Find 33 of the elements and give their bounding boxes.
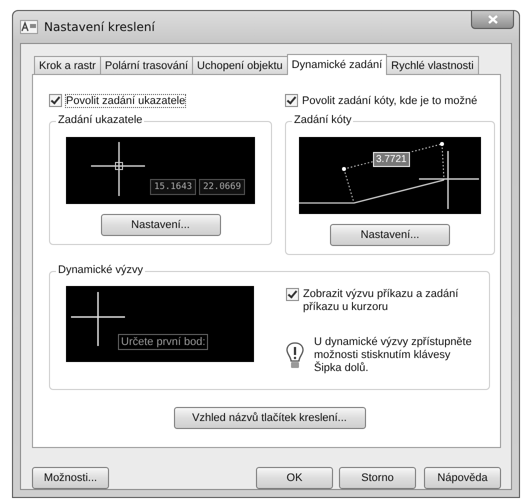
- coordinate-tooltip: 15.1643: [150, 179, 196, 195]
- crosshair-icon: [91, 142, 147, 198]
- checkbox-label: Povolit zadání kóty, kde je to možné: [302, 94, 478, 106]
- checkbox[interactable]: [49, 94, 62, 107]
- tab[interactable]: Krok a rastr: [34, 56, 101, 74]
- lightbulb-icon: [286, 342, 304, 370]
- tab[interactable]: Rychlé vlastnosti: [386, 56, 479, 74]
- checkbox-label: Zobrazit výzvu příkazu a zadání příkazu u kurzoru: [303, 288, 460, 314]
- settings-button[interactable]: Nastavení...: [330, 224, 450, 246]
- tab[interactable]: Polární trasování: [100, 56, 194, 74]
- crosshair-icon: [418, 150, 480, 210]
- checkbox[interactable]: [285, 94, 298, 107]
- dimension-value-field: 3.7721: [373, 152, 410, 167]
- group-title: Zadání kóty: [292, 114, 354, 126]
- appearance-button[interactable]: Vzhled názvů tlačítek kreslení...: [174, 407, 366, 429]
- tip-text: U dynamické výzvy zpřístupněte možnosti stisknutím klávesy Šipka dolů.: [314, 336, 473, 375]
- settings-button[interactable]: Nastavení...: [100, 214, 220, 236]
- checkbox-label: Povolit zadání ukazatele: [66, 94, 186, 106]
- dialog-button[interactable]: Nápověda: [424, 467, 501, 489]
- dialog-button[interactable]: Storno: [339, 467, 416, 489]
- tab[interactable]: Dynamické zadání: [286, 54, 388, 75]
- coordinate-tooltip: 22.0669: [199, 179, 245, 195]
- dialog-button[interactable]: Možnosti...: [32, 467, 109, 489]
- close-button[interactable]: [471, 10, 514, 29]
- dialog-button[interactable]: OK: [256, 467, 333, 489]
- checkbox[interactable]: [286, 288, 299, 301]
- group-title: Zadání ukazatele: [56, 114, 144, 126]
- prompt-tooltip: Určete první bod:: [118, 334, 208, 350]
- tab[interactable]: Uchopení objektu: [192, 56, 288, 74]
- group-title: Dynamické výzvy: [56, 264, 145, 276]
- close-icon: [488, 15, 498, 24]
- app-icon: [20, 20, 38, 34]
- window-title: Nastavení kreslení: [44, 20, 155, 34]
